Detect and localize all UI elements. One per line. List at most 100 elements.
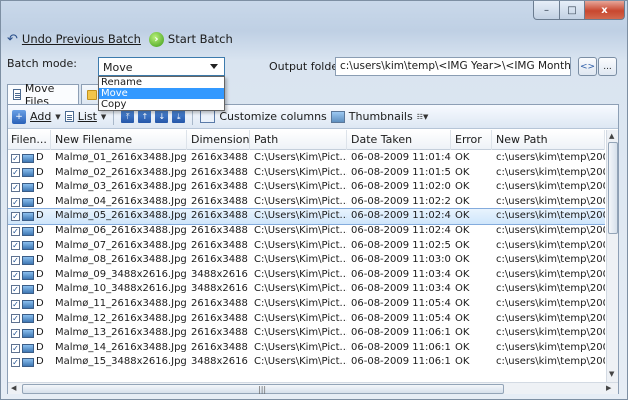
table-row[interactable]: ✓ D Malmø_02_2616x3488.Jpg 2616x3488 C:\User… — [8, 166, 605, 181]
row-status-cell: ✓ D — [8, 326, 51, 341]
option-move[interactable]: Move — [99, 88, 224, 99]
row-checkbox[interactable]: ✓ — [11, 285, 20, 295]
cell-path: C:\Users\Kim\Pict... — [254, 195, 347, 207]
move-up-icon[interactable]: ↑ — [138, 110, 152, 123]
view-options-icon[interactable]: ☷▼ — [417, 113, 429, 121]
col-filename[interactable]: Filen... — [8, 130, 51, 150]
output-folder-input[interactable]: c:\users\kim\temp\<IMG Year>\<IMG Month> — [335, 57, 571, 76]
table-row[interactable]: ✓ D Malmø_14_2616x3488.Jpg 2616x3488 C:\User… — [8, 341, 605, 356]
col-error[interactable]: Error — [451, 130, 492, 150]
row-status-cell: ✓ D — [8, 297, 51, 312]
add-button[interactable]: Add — [30, 110, 51, 123]
cell-path: C:\Users\Kim\Pict... — [254, 283, 347, 295]
minimize-icon: – — [544, 4, 549, 16]
close-button[interactable]: x — [584, 1, 625, 20]
main-toolbar: ↶ Undo Previous Batch › Start Batch — [5, 29, 235, 49]
row-status-cell: ✓ D — [8, 151, 51, 166]
image-file-icon — [22, 182, 34, 192]
table-row[interactable]: ✓ D Malmø_05_2616x3488.Jpg 2616x3488 C:\User… — [8, 208, 605, 225]
col-new-path[interactable]: New Path — [492, 130, 605, 150]
cell-dimensions: 2616x3488 — [191, 181, 248, 193]
row-checkbox[interactable]: ✓ — [11, 197, 20, 207]
move-down-icon[interactable]: ↓ — [155, 110, 169, 123]
horizontal-scrollbar[interactable]: ◀ ||| ▶ — [8, 382, 618, 394]
row-checkbox[interactable]: ✓ — [11, 182, 20, 192]
image-file-icon — [22, 358, 34, 368]
table-row[interactable]: ✓ D Malmø_09_3488x2616.Jpg 3488x2616 C:\User… — [8, 268, 605, 283]
vertical-scrollbar[interactable]: ▲ ▼ — [606, 130, 618, 382]
scroll-right-icon[interactable]: ▶ — [606, 384, 611, 392]
cell-new-path: c:\users\kim\temp\2009 — [496, 239, 605, 251]
cell-date-taken: 06-08-2009 11:01:55 — [351, 166, 451, 178]
table-row[interactable]: ✓ D Malmø_08_2616x3488.Jpg 2616x3488 C:\User… — [8, 253, 605, 268]
row-checkbox[interactable]: ✓ — [11, 153, 20, 163]
cell-new-filename: Malmø_11_2616x3488.Jpg — [55, 297, 187, 309]
table-row[interactable]: ✓ D Malmø_12_2616x3488.Jpg 2616x3488 C:\User… — [8, 312, 605, 327]
macro-button[interactable]: <> — [578, 57, 597, 76]
vertical-scroll-thumb[interactable] — [608, 142, 618, 234]
table-row[interactable]: ✓ D Malmø_04_2616x3488.Jpg 2616x3488 C:\User… — [8, 195, 605, 210]
row-checkbox[interactable]: ✓ — [11, 212, 20, 222]
thumbnails-button[interactable]: Thumbnails — [349, 110, 413, 123]
row-checkbox[interactable]: ✓ — [11, 255, 20, 265]
row-checkbox[interactable]: ✓ — [11, 358, 20, 368]
col-dimensions[interactable]: Dimensions — [187, 130, 250, 150]
col-new-filename[interactable]: New Filename — [51, 130, 187, 150]
table-row[interactable]: ✓ D Malmø_10_3488x2616.Jpg 3488x2616 C:\User… — [8, 282, 605, 297]
table-row[interactable]: ✓ D Malmø_13_2616x3488.Jpg 2616x3488 C:\User… — [8, 326, 605, 341]
table-row[interactable]: ✓ D Malmø_06_2616x3488.Jpg 2616x3488 C:\User… — [8, 224, 605, 239]
scroll-left-icon[interactable]: ◀ — [11, 384, 16, 392]
cell-path: C:\Users\Kim\Pict... — [254, 152, 347, 163]
option-rename[interactable]: Rename — [99, 77, 224, 88]
row-checkbox[interactable]: ✓ — [11, 343, 20, 353]
image-file-icon — [22, 226, 34, 236]
row-flag: D — [36, 297, 44, 309]
cell-dimensions: 3488x2616 — [191, 356, 248, 368]
table-row[interactable]: ✓ D Malmø_07_2616x3488.Jpg 2616x3488 C:\User… — [8, 239, 605, 254]
horizontal-scroll-thumb[interactable]: ||| — [22, 384, 504, 394]
row-status-cell: ✓ D — [8, 224, 51, 239]
row-checkbox[interactable]: ✓ — [11, 328, 20, 338]
thumbnail-icon — [330, 110, 345, 123]
cell-error: OK — [455, 210, 470, 222]
undo-batch-button[interactable]: ↶ Undo Previous Batch — [5, 31, 143, 48]
scroll-down-icon[interactable]: ▼ — [609, 370, 614, 378]
caret-down-icon: ▼ — [100, 112, 107, 121]
cell-new-filename: Malmø_04_2616x3488.Jpg — [55, 195, 187, 207]
start-batch-button[interactable]: › Start Batch — [147, 31, 235, 48]
browse-button[interactable]: ... — [598, 57, 617, 76]
row-checkbox[interactable]: ✓ — [11, 314, 20, 324]
tab-move-files[interactable]: Move Files — [7, 82, 79, 108]
row-flag: D — [36, 356, 44, 368]
cell-error: OK — [455, 356, 470, 368]
minimize-button[interactable]: – — [533, 1, 560, 20]
move-bottom-icon[interactable]: ⤓ — [172, 110, 186, 123]
cell-new-path: c:\users\kim\temp\2009 — [496, 312, 605, 324]
row-checkbox[interactable]: ✓ — [11, 299, 20, 309]
image-file-icon — [22, 285, 34, 295]
cell-path: C:\Users\Kim\Pict... — [254, 166, 347, 178]
list-icon — [64, 111, 74, 122]
row-checkbox[interactable]: ✓ — [11, 241, 20, 251]
table-row[interactable]: ✓ D Malmø_03_2616x3488.Jpg 2616x3488 C:\User… — [8, 180, 605, 195]
row-checkbox[interactable]: ✓ — [11, 168, 20, 178]
table-row[interactable]: ✓ D Malmø_01_2616x3488.Jpg 2616x3488 C:\User… — [8, 151, 605, 166]
cell-dimensions: 2616x3488 — [191, 327, 248, 339]
maximize-button[interactable]: □ — [559, 1, 585, 20]
cell-error: OK — [455, 224, 470, 236]
row-checkbox[interactable]: ✓ — [11, 270, 20, 280]
option-copy[interactable]: Copy — [99, 99, 224, 110]
undo-icon: ↶ — [7, 31, 18, 47]
table-row[interactable]: ✓ D Malmø_15_3488x2616.Jpg 3488x2616 C:\User… — [8, 355, 605, 370]
table-row[interactable]: ✓ D Malmø_11_2616x3488.Jpg 2616x3488 C:\User… — [8, 297, 605, 312]
list-button[interactable]: List — [78, 110, 97, 123]
customize-columns-button[interactable]: Customize columns — [219, 110, 326, 123]
row-status-cell: ✓ D — [8, 355, 51, 370]
col-path[interactable]: Path — [250, 130, 347, 150]
row-checkbox[interactable]: ✓ — [11, 226, 20, 236]
move-top-icon[interactable]: ⤒ — [121, 110, 135, 123]
col-date-taken[interactable]: Date Taken — [347, 130, 451, 150]
scroll-up-icon[interactable]: ▲ — [609, 132, 614, 140]
batch-mode-select[interactable]: Move — [98, 57, 225, 76]
start-batch-label: Start Batch — [167, 32, 233, 46]
